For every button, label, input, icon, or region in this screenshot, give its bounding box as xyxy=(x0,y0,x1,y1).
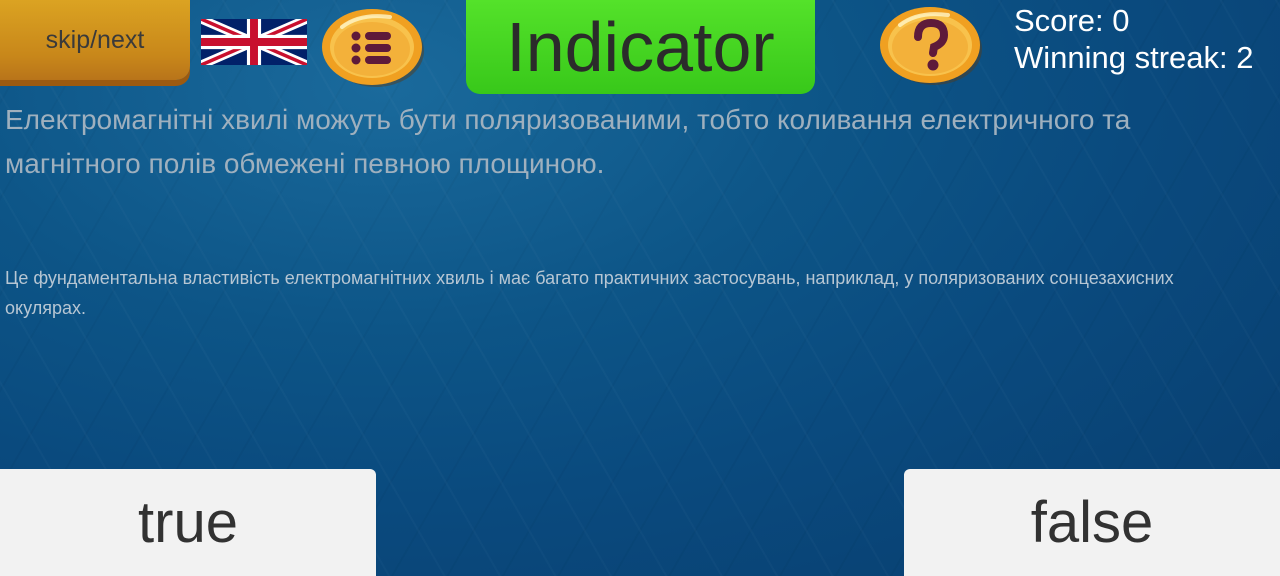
title-text: Indicator xyxy=(506,8,775,86)
true-label: true xyxy=(138,490,238,555)
uk-flag-icon[interactable] xyxy=(199,14,309,70)
question-statement: Електромагнітні хвилі можуть бути поляри… xyxy=(5,104,1131,179)
page-title: Indicator xyxy=(466,0,815,94)
list-button[interactable] xyxy=(320,7,424,87)
question-explanation: Це фундаментальна властивість електромаг… xyxy=(5,268,1174,318)
false-label: false xyxy=(1030,490,1154,555)
skip-next-label: skip/next xyxy=(45,25,145,54)
list-icon xyxy=(322,9,424,87)
false-button[interactable]: false xyxy=(904,469,1280,576)
help-button[interactable] xyxy=(878,5,982,85)
score-text: Score: 0 xyxy=(1014,3,1130,38)
question-mark-icon xyxy=(880,7,982,85)
winning-streak-text: Winning streak: 2 xyxy=(1014,40,1254,75)
score-panel: Score: 0 Winning streak: 2 xyxy=(1014,2,1254,76)
skip-next-button[interactable]: skip/next xyxy=(0,0,190,80)
true-button[interactable]: true xyxy=(0,469,376,576)
